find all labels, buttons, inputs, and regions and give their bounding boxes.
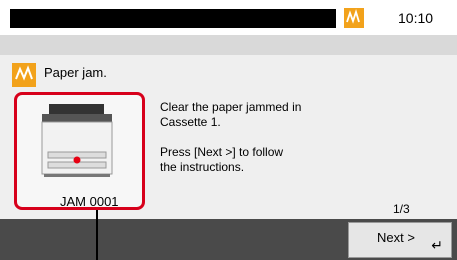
jam-location-box: JAM 0001 (14, 92, 145, 210)
printer-illustration (41, 104, 113, 177)
clock: 10:10 (398, 10, 434, 26)
jam-code: JAM 0001 (60, 194, 119, 209)
message-title: Paper jam. (44, 65, 107, 80)
footer-bar: Next > ↵ (0, 219, 457, 260)
next-button-label: Next > (377, 230, 415, 245)
status-strip (10, 9, 336, 28)
next-button[interactable]: Next > ↵ (348, 222, 452, 258)
header-band (0, 35, 457, 55)
paper-jam-icon (344, 8, 364, 28)
callout-line (96, 210, 98, 260)
instruction-line-2: Cassette 1. (160, 115, 221, 129)
instruction-line-3: Press [Next >] to follow (160, 145, 284, 159)
top-status-bar: 10:10 (0, 0, 457, 35)
enter-icon: ↵ (431, 237, 443, 253)
instruction-line-4: the instructions. (160, 160, 245, 174)
paper-jam-icon (12, 63, 36, 87)
page-counter: 1/3 (393, 202, 410, 216)
instruction-line-1: Clear the paper jammed in (160, 100, 302, 114)
message-panel: Paper jam. JAM 0001 Clear the paper jamm… (0, 55, 457, 219)
